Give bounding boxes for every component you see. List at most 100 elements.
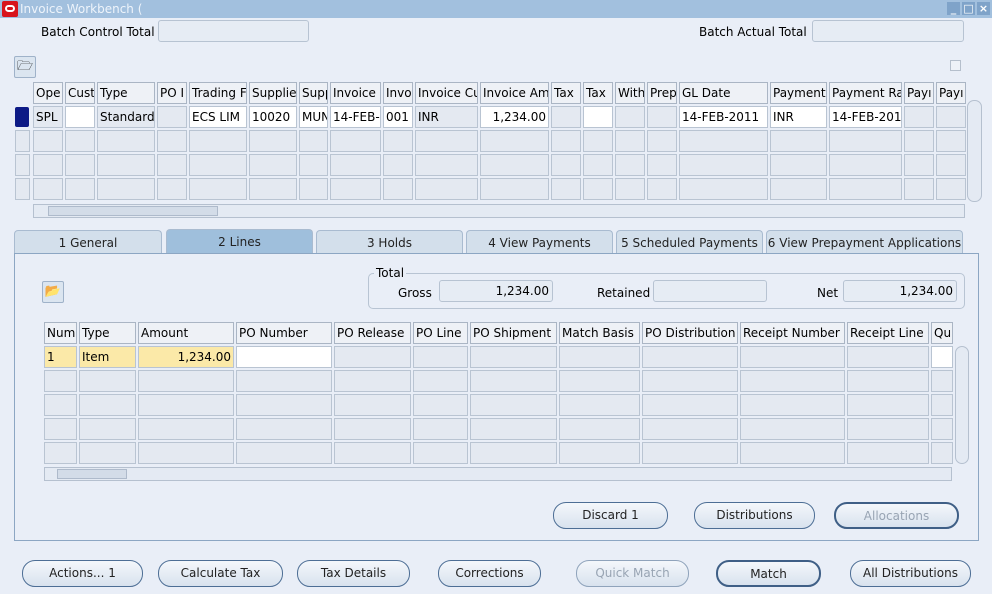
tab-view-prepayment-applications[interactable]: 6 View Prepayment Applications	[766, 230, 963, 254]
empty-cell[interactable]	[189, 154, 247, 176]
empty-cell[interactable]	[931, 442, 953, 464]
empty-cell[interactable]	[79, 394, 136, 416]
empty-cell[interactable]	[847, 370, 929, 392]
calculate-tax-button[interactable]: Calculate Tax	[158, 560, 283, 587]
empty-cell[interactable]	[189, 130, 247, 152]
empty-cell[interactable]	[936, 178, 966, 200]
column-header[interactable]: Match Basis	[559, 322, 640, 344]
empty-cell[interactable]	[157, 154, 187, 176]
column-header[interactable]: Tax	[583, 82, 613, 104]
line-cell[interactable]	[470, 346, 557, 368]
empty-cell[interactable]	[44, 370, 77, 392]
invoice-cell[interactable]: 001	[383, 106, 413, 128]
empty-cell[interactable]	[559, 394, 640, 416]
empty-cell[interactable]	[770, 154, 827, 176]
empty-cell[interactable]	[642, 394, 738, 416]
empty-cell[interactable]	[97, 154, 155, 176]
lines-horizontal-scrollbar[interactable]	[44, 467, 952, 481]
column-header[interactable]: Invoice Amo	[480, 82, 549, 104]
column-header[interactable]: Payı	[936, 82, 966, 104]
empty-cell[interactable]	[936, 130, 966, 152]
invoice-cell[interactable]: INR	[415, 106, 478, 128]
line-cell[interactable]	[847, 346, 929, 368]
empty-cell[interactable]	[559, 370, 640, 392]
empty-cell[interactable]	[480, 130, 549, 152]
empty-cell[interactable]	[236, 394, 332, 416]
empty-cell[interactable]	[157, 178, 187, 200]
invoice-cell[interactable]: 14-FEB-201	[829, 106, 902, 128]
invoice-cell[interactable]: Standard	[97, 106, 155, 128]
invoice-cell[interactable]	[904, 106, 934, 128]
empty-cell[interactable]	[299, 178, 328, 200]
empty-cell[interactable]	[647, 178, 677, 200]
invoice-horizontal-scrollbar[interactable]	[33, 204, 965, 218]
empty-cell[interactable]	[740, 442, 845, 464]
empty-cell[interactable]	[79, 418, 136, 440]
empty-cell[interactable]	[931, 418, 953, 440]
invoice-cell[interactable]	[583, 106, 613, 128]
current-record-indicator[interactable]	[15, 107, 29, 127]
invoice-cell[interactable]: ECS LIM	[189, 106, 247, 128]
empty-cell[interactable]	[415, 130, 478, 152]
column-header[interactable]: PO Number	[236, 322, 332, 344]
empty-cell[interactable]	[44, 394, 77, 416]
column-header[interactable]: Cust	[65, 82, 95, 104]
distributions-button[interactable]: Distributions	[694, 502, 815, 529]
close-icon[interactable]: ×	[977, 2, 990, 15]
record-indicator[interactable]	[15, 130, 30, 152]
column-header[interactable]: Type	[79, 322, 136, 344]
empty-cell[interactable]	[829, 178, 902, 200]
empty-cell[interactable]	[770, 130, 827, 152]
column-header[interactable]: PO Release	[334, 322, 411, 344]
column-header[interactable]: With	[615, 82, 645, 104]
column-header[interactable]: Receipt Line	[847, 322, 929, 344]
empty-cell[interactable]	[236, 370, 332, 392]
invoice-vertical-scrollbar[interactable]	[967, 100, 982, 202]
invoice-cell[interactable]: INR	[770, 106, 827, 128]
empty-cell[interactable]	[904, 154, 934, 176]
empty-cell[interactable]	[470, 442, 557, 464]
column-header[interactable]: Amount	[138, 322, 234, 344]
empty-cell[interactable]	[847, 394, 929, 416]
invoice-cell[interactable]: SPL	[33, 106, 63, 128]
column-header[interactable]: Payı	[904, 82, 934, 104]
empty-cell[interactable]	[413, 442, 468, 464]
empty-cell[interactable]	[79, 442, 136, 464]
column-header[interactable]: Trading F	[189, 82, 247, 104]
empty-cell[interactable]	[413, 370, 468, 392]
empty-cell[interactable]	[236, 442, 332, 464]
column-header[interactable]: Supp	[299, 82, 328, 104]
empty-cell[interactable]	[44, 418, 77, 440]
column-header[interactable]: Ope	[33, 82, 63, 104]
column-header[interactable]: Payment	[770, 82, 827, 104]
maximize-icon[interactable]: □	[962, 2, 975, 15]
empty-cell[interactable]	[740, 418, 845, 440]
empty-cell[interactable]	[65, 178, 95, 200]
empty-cell[interactable]	[334, 418, 411, 440]
empty-cell[interactable]	[383, 154, 413, 176]
empty-cell[interactable]	[551, 130, 581, 152]
empty-cell[interactable]	[334, 370, 411, 392]
record-indicator[interactable]	[15, 178, 30, 200]
empty-cell[interactable]	[157, 130, 187, 152]
empty-cell[interactable]	[740, 370, 845, 392]
tax-details-button[interactable]: Tax Details	[297, 560, 410, 587]
empty-cell[interactable]	[415, 154, 478, 176]
invoice-cell[interactable]: 10020	[249, 106, 297, 128]
empty-cell[interactable]	[334, 394, 411, 416]
column-header[interactable]: Prep	[647, 82, 677, 104]
empty-cell[interactable]	[33, 130, 63, 152]
lines-vertical-scrollbar[interactable]	[955, 346, 969, 464]
column-header[interactable]: Supplie	[249, 82, 297, 104]
empty-cell[interactable]	[829, 130, 902, 152]
column-header[interactable]: PO I	[157, 82, 187, 104]
empty-cell[interactable]	[249, 154, 297, 176]
empty-cell[interactable]	[583, 154, 613, 176]
invoice-cell[interactable]: MUN	[299, 106, 328, 128]
empty-cell[interactable]	[480, 178, 549, 200]
column-header[interactable]: Qu	[931, 322, 953, 344]
match-button[interactable]: Match	[716, 560, 821, 587]
empty-cell[interactable]	[299, 154, 328, 176]
empty-cell[interactable]	[79, 370, 136, 392]
invoice-cell[interactable]: 1,234.00	[480, 106, 549, 128]
